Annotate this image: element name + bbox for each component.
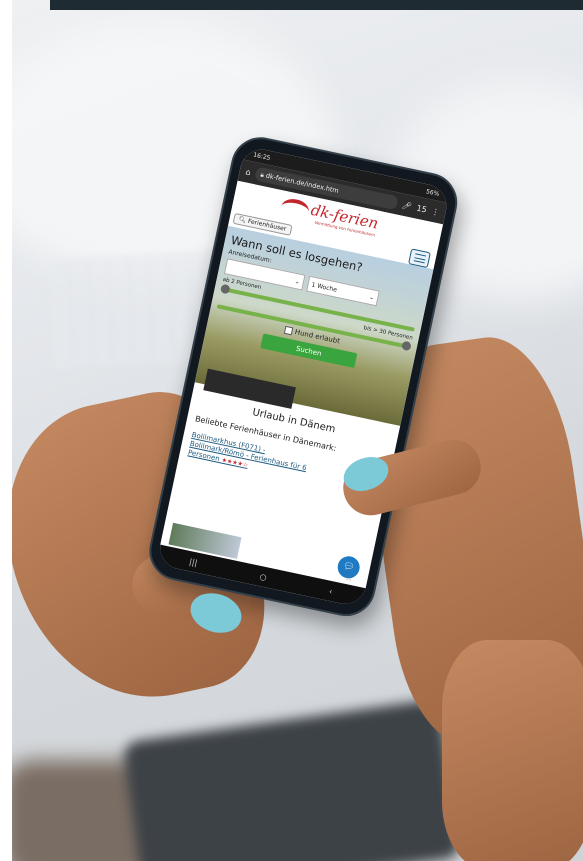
back-icon[interactable]: ‹ [328,586,333,595]
recents-icon[interactable]: ||| [188,557,198,567]
photo-background: 16:25 56% ⌂ 🔒︎ dk-ferien.de/index.htm 🎤︎… [12,0,583,861]
battery-level: 56% [425,187,440,198]
top-banner [50,0,583,10]
duration-value: 1 Woche [310,280,338,294]
home-icon[interactable]: ⌂ [245,167,252,177]
home-nav-icon[interactable]: ○ [259,572,268,582]
blurred-tablet [122,698,462,861]
tabs-icon[interactable]: 15 [416,203,428,214]
dog-checkbox[interactable] [283,325,293,336]
status-time: 16:25 [252,151,272,162]
chat-icon[interactable]: 💬︎ [335,554,362,581]
slider-handle-min[interactable] [219,283,231,295]
lock-icon: 🔒︎ [259,169,265,179]
mic-icon[interactable]: 🎤︎ [401,200,413,211]
chevron-down-icon: ⌄ [294,277,301,286]
slider-handle-max[interactable] [401,340,412,352]
search-icon: 🔍︎ [237,215,247,225]
more-icon[interactable]: ⋮ [431,206,441,216]
logo-roof-icon [279,196,311,222]
chevron-down-icon: ⌄ [368,293,375,302]
right-wrist [442,640,583,861]
